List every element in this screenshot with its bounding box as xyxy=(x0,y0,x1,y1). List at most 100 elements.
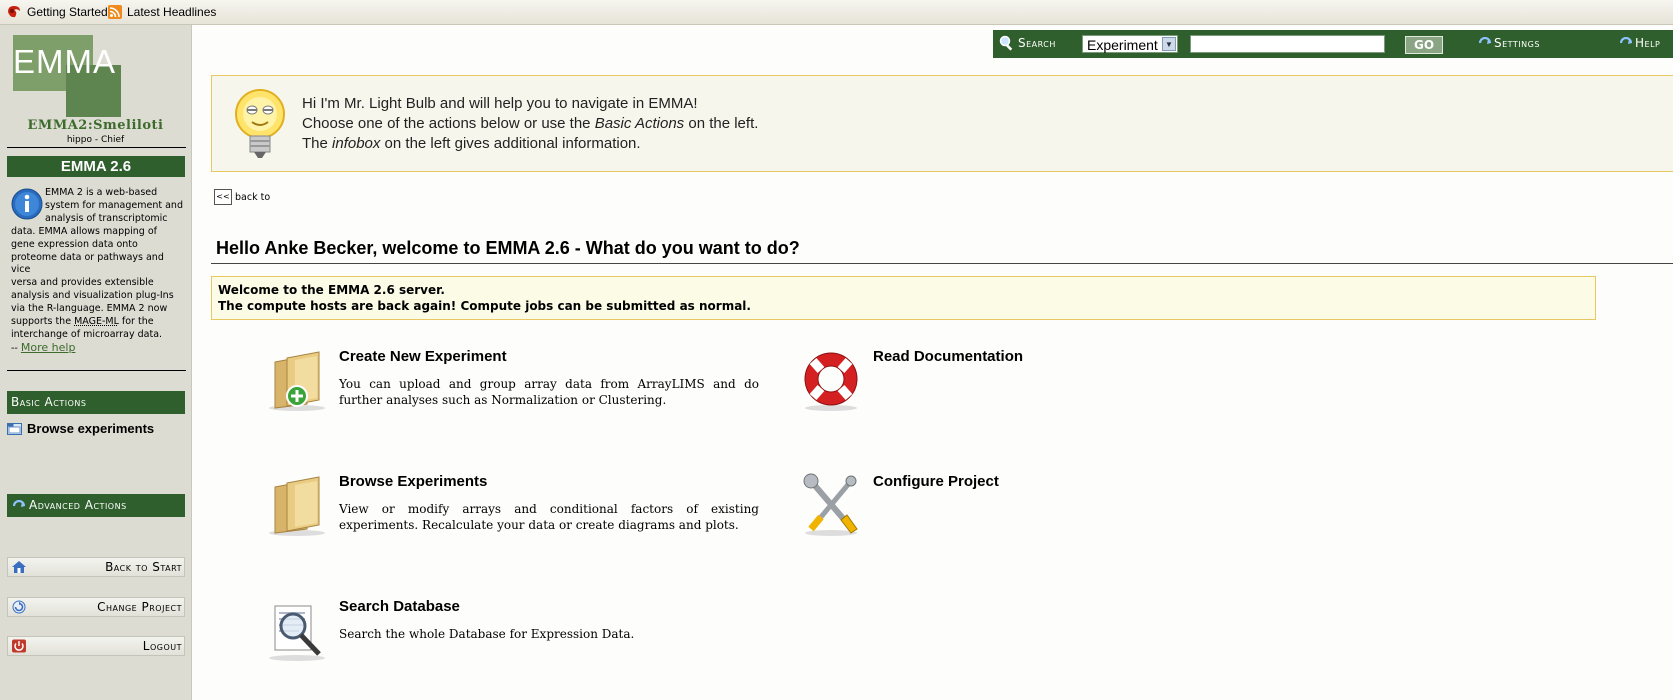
back-to-start-button[interactable]: Back to Start xyxy=(7,557,185,577)
infobox-text: EMMA 2 is a web-based system for managem… xyxy=(11,187,183,356)
search-label: Search xyxy=(1018,36,1056,50)
infobox-line: versa and provides extensible xyxy=(11,277,154,289)
project-name: EMMA2:Smeliloti xyxy=(27,118,164,133)
infobox-text-fragment: for the xyxy=(118,316,154,328)
action-title: Search Database xyxy=(339,598,460,615)
infobox-emphasis: infobox xyxy=(332,135,381,152)
folder-open-icon xyxy=(7,423,22,435)
browse-experiments-label: Browse experiments xyxy=(27,421,155,436)
lightbulb-icon xyxy=(232,86,288,166)
top-search-bar: Search Experiment ▼ GO Settings Help xyxy=(993,30,1673,58)
page-title: Hello Anke Becker, welcome to EMMA 2.6 -… xyxy=(216,238,800,258)
action-description: You can upload and group array data from… xyxy=(339,377,759,407)
action-title: Create New Experiment xyxy=(339,348,507,365)
server-notice: Welcome to the EMMA 2.6 server. The comp… xyxy=(211,276,1596,320)
search-database-action[interactable]: Search Database Search the whole Databas… xyxy=(267,598,767,668)
bookmark-latest-headlines[interactable]: Latest Headlines xyxy=(108,5,216,19)
emma-logo[interactable]: EMMA xyxy=(13,35,121,117)
read-documentation-action[interactable]: Read Documentation xyxy=(801,348,1101,418)
infobox-line: EMMA 2 is a web-based xyxy=(45,187,158,198)
action-title: Configure Project xyxy=(873,473,999,490)
bookmarks-toolbar: Getting Started Latest Headlines xyxy=(0,0,1673,25)
bookmark-label: Latest Headlines xyxy=(127,5,217,19)
infobox-text-fragment: supports the xyxy=(11,316,75,328)
browse-experiments-action[interactable]: Browse Experiments View or modify arrays… xyxy=(267,473,767,543)
help-label: Help xyxy=(1635,36,1661,50)
folder-icon xyxy=(269,476,325,536)
text-fragment: on the left. xyxy=(684,115,759,132)
back-to-label: back to xyxy=(235,191,271,203)
create-new-experiment-action[interactable]: Create New Experiment You can upload and… xyxy=(267,348,767,418)
chevron-down-icon: ▼ xyxy=(1162,37,1176,51)
lightbulb-line-2: Choose one of the actions below or use t… xyxy=(302,114,758,134)
title-divider xyxy=(211,263,1673,264)
back-to-start-label: Back to Start xyxy=(105,560,182,574)
settings-link[interactable]: Settings xyxy=(1479,36,1540,50)
infobox-line: supports the MAGE-ML for the xyxy=(11,316,183,329)
basic-actions-emphasis: Basic Actions xyxy=(594,115,685,132)
infobox-line: gene expression data onto xyxy=(11,238,138,250)
action-description: Search the whole Database for Expression… xyxy=(339,627,635,641)
basic-actions-header: Basic Actions xyxy=(7,391,185,414)
bookmark-getting-started[interactable]: Getting Started xyxy=(6,5,108,19)
search-label-group: Search xyxy=(999,35,1056,51)
change-project-button[interactable]: Change Project xyxy=(7,597,185,617)
help-link[interactable]: Help xyxy=(1620,36,1660,50)
more-help-prefix: -- xyxy=(11,342,21,354)
logout-button[interactable]: Logout xyxy=(7,636,185,656)
text-fragment: on the left gives additional information… xyxy=(380,135,641,152)
browse-experiments-link[interactable]: Browse experiments xyxy=(7,421,154,436)
go-button[interactable]: GO xyxy=(1405,36,1443,54)
search-icon xyxy=(999,35,1013,51)
refresh-icon xyxy=(12,600,26,614)
back-button[interactable]: << xyxy=(214,189,232,205)
home-icon xyxy=(12,561,26,573)
back-to-link[interactable]: << back to xyxy=(214,189,270,205)
divider xyxy=(7,147,186,148)
lightbulb-line-1: Hi I'm Mr. Light Bulb and will help you … xyxy=(302,95,698,112)
advanced-actions-header[interactable]: Advanced Actions xyxy=(7,494,185,517)
action-description: View or modify arrays and conditional fa… xyxy=(339,502,759,532)
magnifier-document-icon xyxy=(269,605,325,661)
lightbulb-line-3: The infobox on the left gives additional… xyxy=(302,134,758,154)
infobox-line: analysis of transcriptomic xyxy=(45,212,168,224)
version-label: EMMA 2.6 xyxy=(7,156,185,177)
configure-project-action[interactable]: Configure Project xyxy=(801,473,1101,543)
search-input[interactable] xyxy=(1190,35,1385,53)
lifebuoy-icon xyxy=(804,352,858,411)
help-arrow-icon xyxy=(1620,37,1632,44)
mage-ml-abbr: MAGE-ML xyxy=(74,316,119,328)
rss-feed-icon xyxy=(108,5,122,19)
tools-icon xyxy=(803,473,858,536)
text-fragment: The xyxy=(302,135,333,152)
firefox-icon xyxy=(8,6,20,18)
action-title: Browse Experiments xyxy=(339,473,488,490)
divider xyxy=(7,370,186,371)
more-help-link[interactable]: More help xyxy=(21,341,76,354)
sidebar: EMMA EMMA2:Smeliloti hippo - Chief EMMA … xyxy=(0,25,192,700)
infobox-line: analysis and visualization plug-Ins xyxy=(11,290,174,302)
lightbulb-message: Hi I'm Mr. Light Bulb and will help you … xyxy=(211,75,1673,172)
more-help-line: -- More help xyxy=(11,341,183,356)
search-scope-value: Experiment xyxy=(1087,37,1158,53)
change-project-label: Change Project xyxy=(97,600,182,614)
advanced-actions-label: Advanced Actions xyxy=(29,498,127,512)
logo-text: EMMA xyxy=(13,43,116,80)
folder-add-icon xyxy=(269,351,325,411)
infobox-line: proteome data or pathways and vice xyxy=(11,251,164,276)
bookmark-label: Getting Started xyxy=(27,5,108,19)
settings-arrow-icon xyxy=(1479,37,1491,44)
infobox-line: system for management and xyxy=(45,199,183,211)
text-fragment: Choose one of the actions below or use t… xyxy=(302,115,595,132)
search-scope-select[interactable]: Experiment ▼ xyxy=(1082,35,1178,53)
action-title: Read Documentation xyxy=(873,348,1024,365)
infobox-line: data. EMMA allows mapping of xyxy=(11,225,158,237)
logout-label: Logout xyxy=(142,639,182,653)
infobox-line: via the R-language. EMMA 2 now xyxy=(11,303,168,315)
settings-label: Settings xyxy=(1494,36,1540,50)
notice-line-1: Welcome to the EMMA 2.6 server. xyxy=(218,283,445,297)
power-icon xyxy=(12,639,26,653)
lightbulb-text: Hi I'm Mr. Light Bulb and will help you … xyxy=(302,94,758,154)
notice-line-2: The compute hosts are back again! Comput… xyxy=(218,299,751,313)
expand-arrow-icon xyxy=(13,499,25,507)
